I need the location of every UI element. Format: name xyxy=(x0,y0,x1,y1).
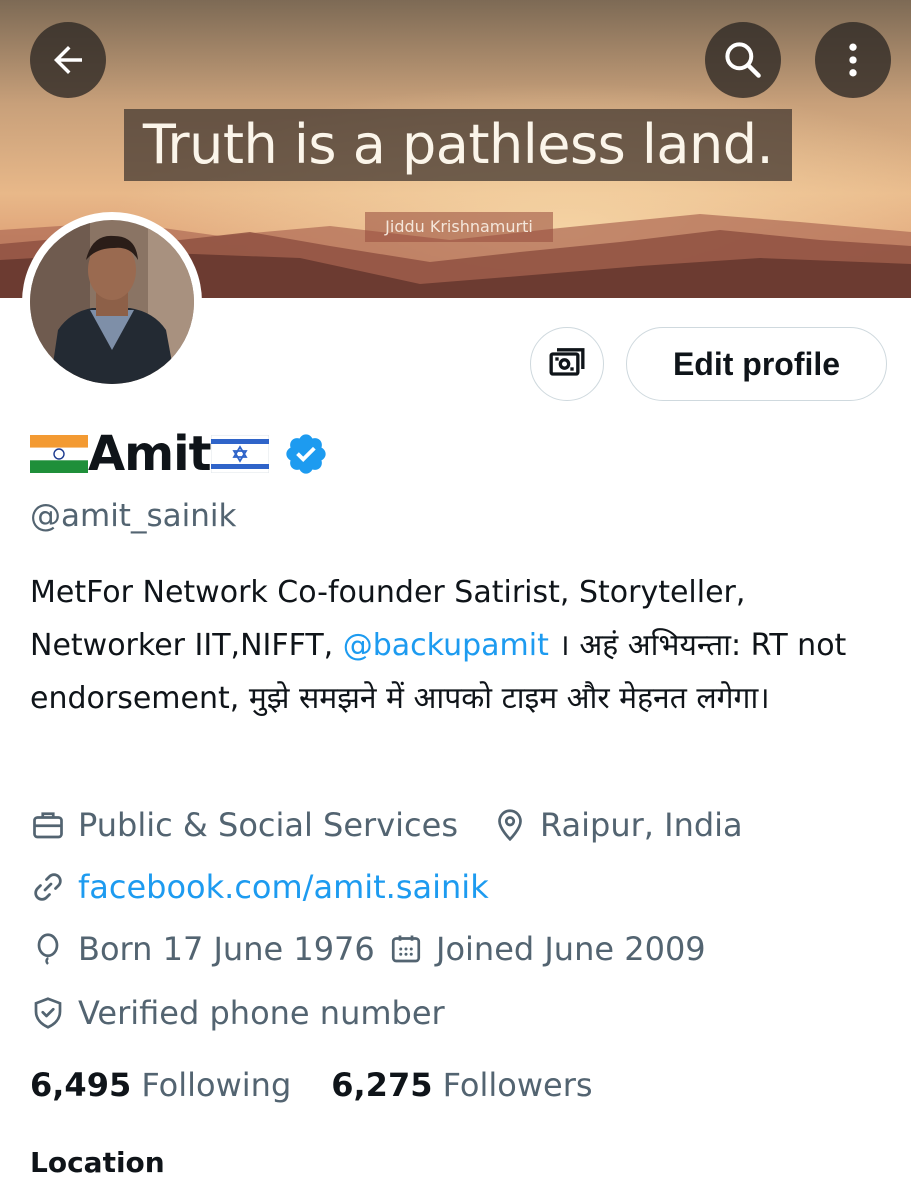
display-name: Amit xyxy=(88,426,212,482)
website-link[interactable]: facebook.com/amit.sainik xyxy=(78,868,489,906)
verified-phone-text: Verified phone number xyxy=(78,994,445,1032)
banner-author: Jiddu Krishnamurti xyxy=(365,212,553,242)
followers-label: Followers xyxy=(442,1066,593,1104)
location-section-title: Location xyxy=(30,1146,165,1179)
following-stat[interactable]: 6,495 Following xyxy=(30,1066,291,1104)
more-vertical-icon xyxy=(849,43,857,77)
following-label: Following xyxy=(141,1066,292,1104)
balloon-icon xyxy=(37,933,59,965)
followers-count: 6,275 xyxy=(331,1066,433,1104)
banner-quote: Truth is a pathless land. xyxy=(124,109,792,181)
followers-stat[interactable]: 6,275 Followers xyxy=(331,1066,592,1104)
israel-flag-icon xyxy=(210,435,269,473)
birthday-text: Born 17 June 1976 xyxy=(78,930,375,968)
back-button[interactable] xyxy=(30,22,106,98)
edit-profile-button[interactable]: Edit profile xyxy=(626,327,887,401)
user-handle: @amit_sainik xyxy=(30,498,237,534)
follow-stats: 6,495 Following 6,275 Followers xyxy=(30,1066,593,1104)
profile-location: Raipur, India xyxy=(492,806,743,844)
avatar-photo xyxy=(30,220,194,384)
profile-category: Public & Social Services xyxy=(30,806,458,844)
display-name-row: Amit xyxy=(30,422,329,486)
location-text: Raipur, India xyxy=(540,806,743,844)
avatar[interactable] xyxy=(22,212,202,392)
india-flag-icon xyxy=(30,435,88,473)
location-pin-icon xyxy=(498,809,522,842)
category-text: Public & Social Services xyxy=(78,806,458,844)
verified-badge-icon[interactable] xyxy=(283,431,329,477)
joined-text: Joined June 2009 xyxy=(436,930,706,968)
briefcase-icon xyxy=(33,812,63,839)
bio-mention-link[interactable]: @backupamit xyxy=(343,628,549,663)
more-options-button[interactable] xyxy=(815,22,891,98)
profile-birthday: Born 17 June 1976 xyxy=(30,930,375,968)
profile-joined: Joined June 2009 xyxy=(388,930,706,968)
arrow-left-icon xyxy=(54,46,82,74)
calendar-icon xyxy=(391,935,421,963)
shield-check-icon xyxy=(34,997,62,1029)
profile-verified-phone: Verified phone number xyxy=(30,994,445,1032)
search-icon xyxy=(725,42,761,78)
search-button[interactable] xyxy=(705,22,781,98)
profile-bio: MetFor Network Co-founder Satirist, Stor… xyxy=(30,566,890,725)
following-count: 6,495 xyxy=(30,1066,132,1104)
link-icon xyxy=(34,873,62,901)
money-icon xyxy=(549,348,585,376)
professional-tools-button[interactable] xyxy=(530,327,604,401)
profile-website[interactable]: facebook.com/amit.sainik xyxy=(30,868,489,906)
